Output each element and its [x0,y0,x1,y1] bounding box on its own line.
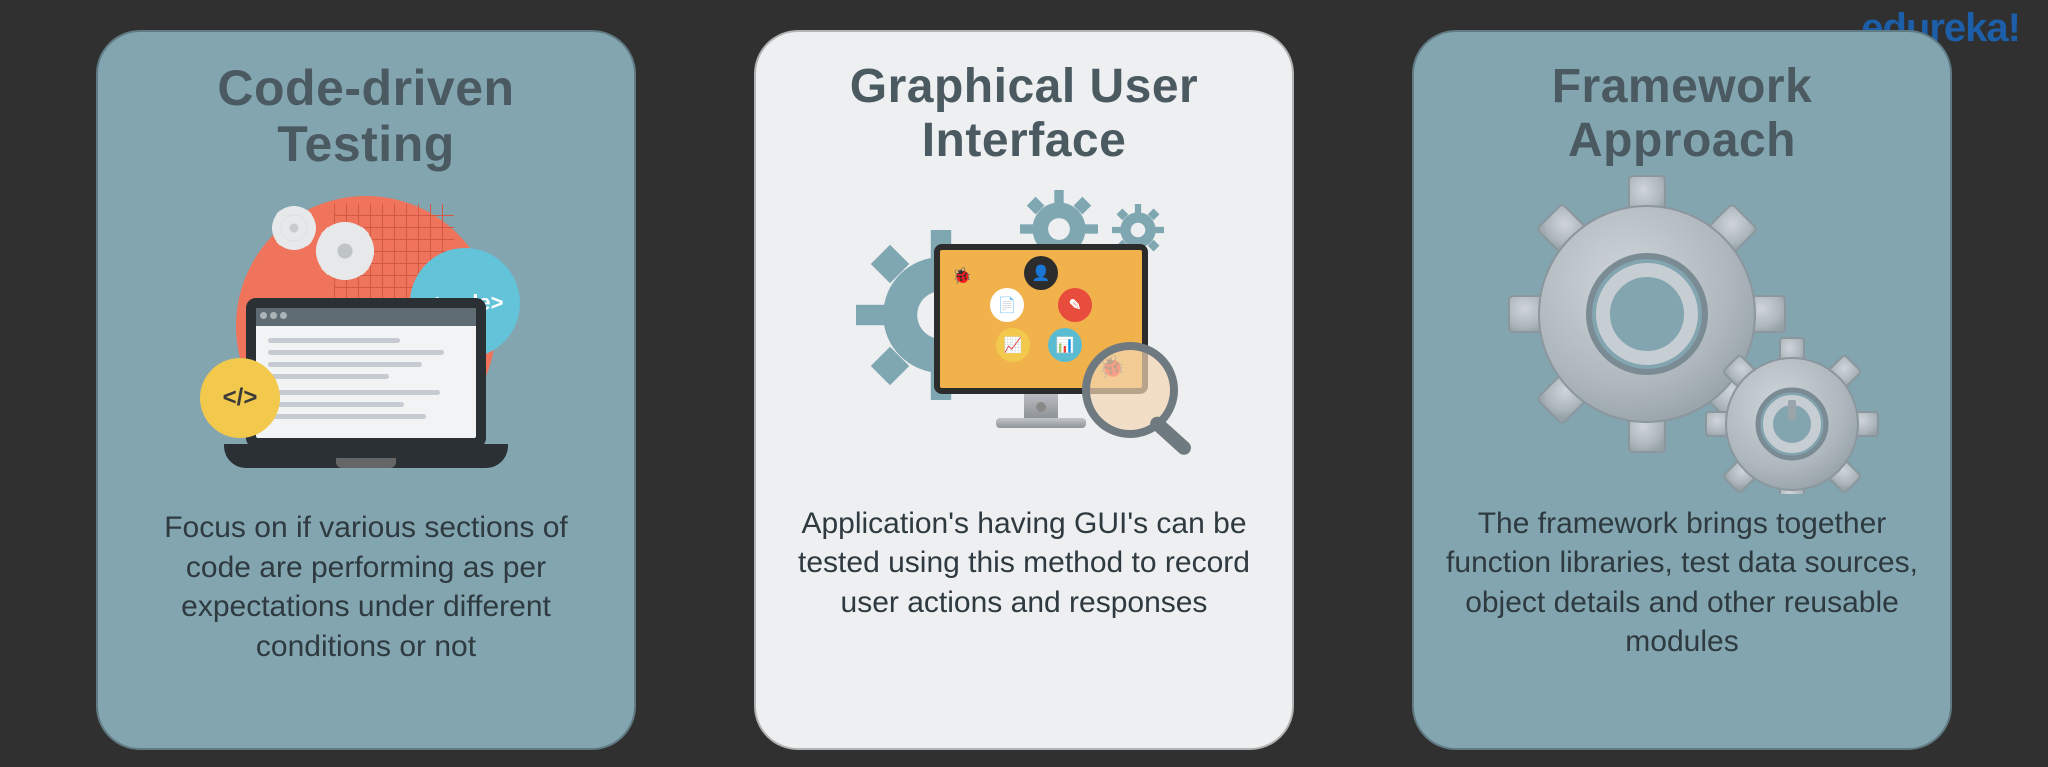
card-illustration [1446,174,1918,494]
slide-stage: edureka! Code-driven Testing <code> [0,0,2048,767]
mini-doc-icon: 📄 [990,288,1024,322]
gear-icon [272,206,316,250]
card-title: Graphical User Interface [788,60,1260,168]
gears-icon [1472,174,1892,494]
card-code-driven: Code-driven Testing <code> [96,30,636,750]
laptop-icon [246,298,486,468]
card-description: The framework brings together function l… [1446,504,1918,662]
card-illustration: <code> [130,178,602,498]
tag-bubble-icon: </> [200,358,280,438]
mini-user-icon: 👤 [1024,256,1058,290]
card-framework: Framework Approach [1412,30,1952,750]
bug-icon: 🐞 [952,266,972,286]
card-illustration: 👤 📄 ✎ 📈 📊 🐞 🐞 [788,174,1260,494]
magnifier-icon [1082,342,1178,438]
gear-icon [316,222,374,280]
card-title: Framework Approach [1446,60,1918,168]
mini-edit-icon: ✎ [1058,288,1092,322]
card-gui: Graphical User Interface 👤 [754,30,1294,750]
mini-analytics-icon: 📊 [1048,328,1082,362]
card-description: Application's having GUI's can be tested… [788,504,1260,623]
card-description: Focus on if various sections of code are… [130,508,602,666]
card-title: Code-driven Testing [130,60,602,172]
mini-chart-icon: 📈 [996,328,1030,362]
